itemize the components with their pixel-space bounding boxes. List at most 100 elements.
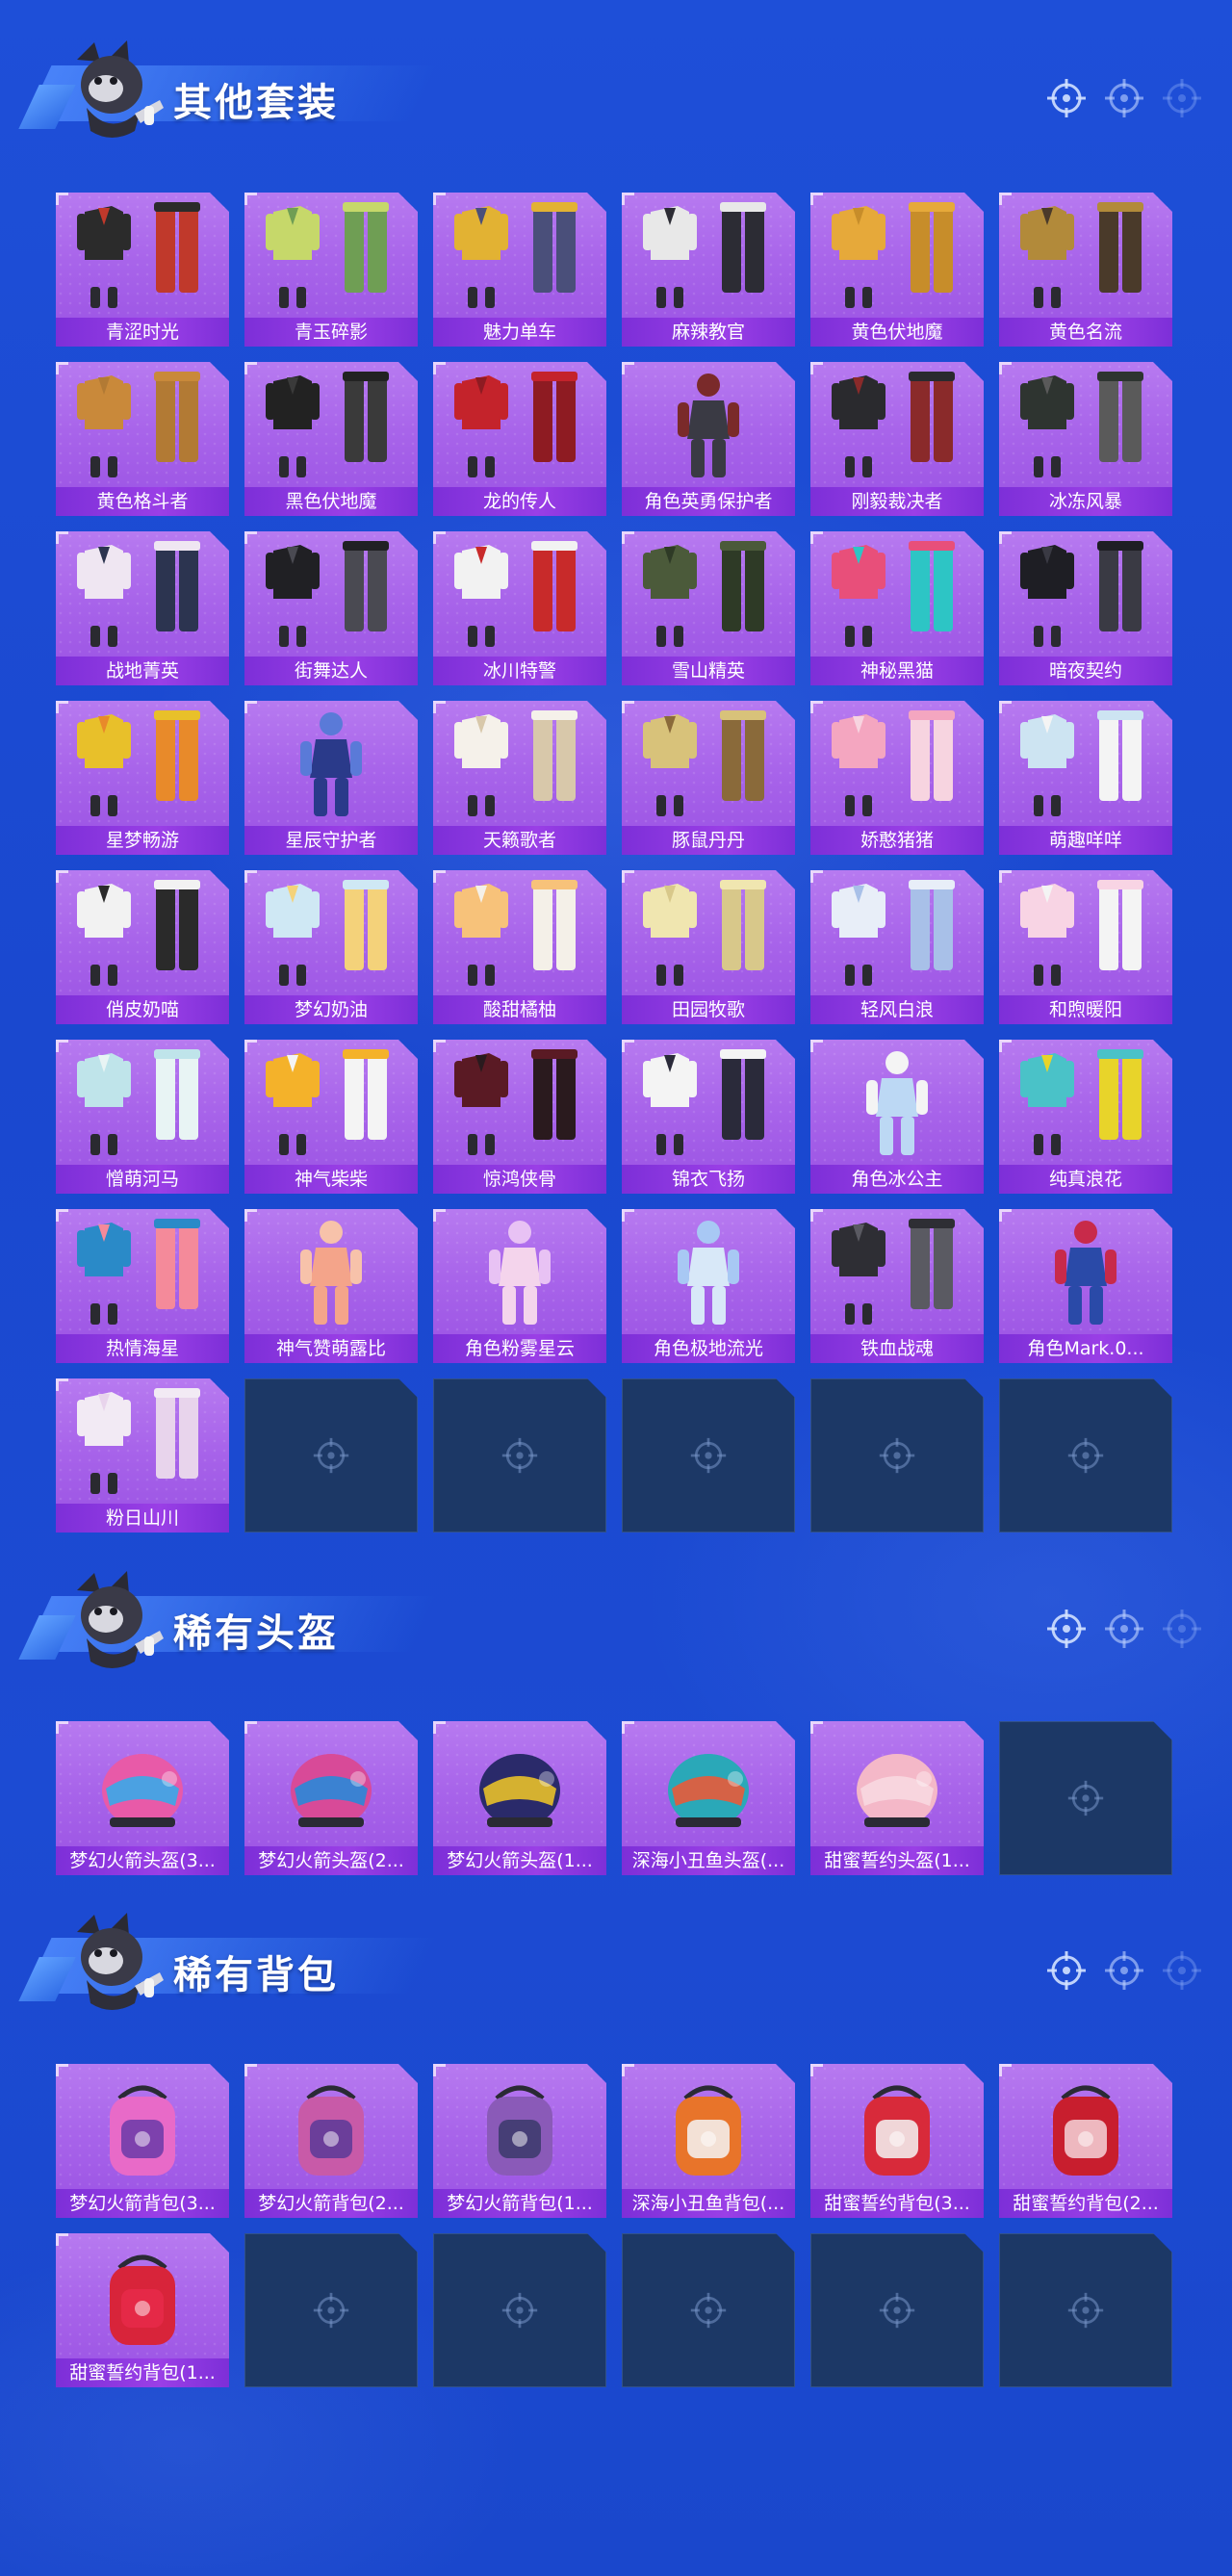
item-label: 甜蜜誓约背包(3... [810, 2189, 984, 2218]
item-label: 轻风白浪 [810, 995, 984, 1024]
item-card[interactable]: 魅力单车 [433, 193, 606, 347]
item-label: 雪山精英 [622, 657, 795, 685]
item-label: 魅力单车 [433, 318, 606, 347]
outfit-image [266, 541, 389, 647]
outfit-image [77, 880, 200, 986]
item-card[interactable]: 深海小丑鱼背包(... [622, 2064, 795, 2218]
crosshair-icon [312, 1436, 350, 1475]
item-card[interactable]: 甜蜜誓约头盔(1... [810, 1721, 984, 1875]
item-card[interactable]: 梦幻火箭背包(1... [433, 2064, 606, 2218]
item-card[interactable]: 星梦畅游 [56, 701, 229, 855]
outfit-image [832, 372, 955, 477]
item-card[interactable]: 酸甜橘柚 [433, 870, 606, 1024]
item-card[interactable]: 轻风白浪 [810, 870, 984, 1024]
item-card[interactable]: 梦幻奶油 [244, 870, 418, 1024]
item-card[interactable]: 惊鸿侠骨 [433, 1040, 606, 1194]
item-card[interactable]: 豚鼠丹丹 [622, 701, 795, 855]
item-card[interactable]: 甜蜜誓约背包(2... [999, 2064, 1172, 2218]
item-card[interactable]: 神气赞萌露比 [244, 1209, 418, 1363]
item-card[interactable]: 粉日山川 [56, 1378, 229, 1533]
character-image [866, 1051, 928, 1155]
item-card[interactable]: 黄色格斗者 [56, 362, 229, 516]
empty-slot [999, 2233, 1172, 2387]
mascot-icon [58, 39, 173, 144]
empty-slot [622, 1378, 795, 1533]
item-label: 憎萌河马 [56, 1165, 229, 1194]
item-card[interactable]: 刚毅裁决者 [810, 362, 984, 516]
item-card[interactable]: 憎萌河马 [56, 1040, 229, 1194]
section-header-outfits: 其他套装 [18, 39, 1203, 144]
item-label: 黄色格斗者 [56, 487, 229, 516]
empty-slot [622, 2233, 795, 2387]
helmet-image [102, 1754, 183, 1827]
item-card[interactable]: 神气柴柴 [244, 1040, 418, 1194]
item-label: 梦幻火箭头盔(3... [56, 1846, 229, 1875]
item-card[interactable]: 冰川特警 [433, 531, 606, 685]
item-label: 街舞达人 [244, 657, 418, 685]
item-card[interactable]: 梦幻火箭背包(3... [56, 2064, 229, 2218]
item-card[interactable]: 青涩时光 [56, 193, 229, 347]
item-card[interactable]: 锦衣飞扬 [622, 1040, 795, 1194]
section-decor-icons [1045, 77, 1203, 119]
item-card[interactable]: 俏皮奶喵 [56, 870, 229, 1024]
item-card[interactable]: 星辰守护者 [244, 701, 418, 855]
item-card[interactable]: 黄色名流 [999, 193, 1172, 347]
item-card[interactable]: 战地菁英 [56, 531, 229, 685]
item-card[interactable]: 角色Mark.0... [999, 1209, 1172, 1363]
item-card[interactable]: 雪山精英 [622, 531, 795, 685]
backpack-image [298, 2085, 364, 2176]
item-card[interactable]: 梦幻火箭头盔(2... [244, 1721, 418, 1875]
outfit-image [643, 541, 766, 647]
crosshair-icon [1045, 1949, 1088, 1992]
item-card[interactable]: 甜蜜誓约背包(1... [56, 2233, 229, 2387]
item-card[interactable]: 梦幻火箭头盔(1... [433, 1721, 606, 1875]
item-card[interactable]: 角色英勇保护者 [622, 362, 795, 516]
outfit-image [832, 710, 955, 816]
item-card[interactable]: 街舞达人 [244, 531, 418, 685]
helmet-image [857, 1754, 937, 1827]
item-card[interactable]: 天籁歌者 [433, 701, 606, 855]
backpack-image [110, 2085, 175, 2176]
crosshair-icon [500, 1436, 539, 1475]
item-card[interactable]: 梦幻火箭头盔(3... [56, 1721, 229, 1875]
item-card[interactable]: 铁血战魂 [810, 1209, 984, 1363]
item-card[interactable]: 娇憨猪猪 [810, 701, 984, 855]
item-label: 惊鸿侠骨 [433, 1165, 606, 1194]
outfit-image [1020, 1049, 1143, 1155]
outfit-image [1020, 710, 1143, 816]
item-card[interactable]: 龙的传人 [433, 362, 606, 516]
item-card[interactable]: 和煦暖阳 [999, 870, 1172, 1024]
item-label: 豚鼠丹丹 [622, 826, 795, 855]
outfit-image [266, 880, 389, 986]
item-card[interactable]: 萌趣咩咩 [999, 701, 1172, 855]
item-card[interactable]: 纯真浪花 [999, 1040, 1172, 1194]
item-card[interactable]: 角色粉雾星云 [433, 1209, 606, 1363]
outfit-image [454, 880, 578, 986]
item-card[interactable]: 角色极地流光 [622, 1209, 795, 1363]
backpack-image [676, 2085, 741, 2176]
section-decor-icons [1045, 1608, 1203, 1650]
character-image [1055, 1221, 1116, 1325]
item-card[interactable]: 田园牧歌 [622, 870, 795, 1024]
item-card[interactable]: 暗夜契约 [999, 531, 1172, 685]
item-label: 铁血战魂 [810, 1334, 984, 1363]
character-image [300, 1221, 362, 1325]
item-card[interactable]: 黑色伏地魔 [244, 362, 418, 516]
item-card[interactable]: 麻辣教官 [622, 193, 795, 347]
item-card[interactable]: 冰冻风暴 [999, 362, 1172, 516]
outfit-image [454, 372, 578, 477]
item-label: 战地菁英 [56, 657, 229, 685]
item-card[interactable]: 热情海星 [56, 1209, 229, 1363]
item-label: 青玉碎影 [244, 318, 418, 347]
outfit-image [454, 202, 578, 308]
item-label: 纯真浪花 [999, 1165, 1172, 1194]
empty-slot [999, 1721, 1172, 1875]
item-card[interactable]: 深海小丑鱼头盔(... [622, 1721, 795, 1875]
item-card[interactable]: 神秘黑猫 [810, 531, 984, 685]
item-card[interactable]: 黄色伏地魔 [810, 193, 984, 347]
item-card[interactable]: 青玉碎影 [244, 193, 418, 347]
item-card[interactable]: 梦幻火箭背包(2... [244, 2064, 418, 2218]
item-card[interactable]: 甜蜜誓约背包(3... [810, 2064, 984, 2218]
outfit-image [77, 1049, 200, 1155]
item-card[interactable]: 角色冰公主 [810, 1040, 984, 1194]
